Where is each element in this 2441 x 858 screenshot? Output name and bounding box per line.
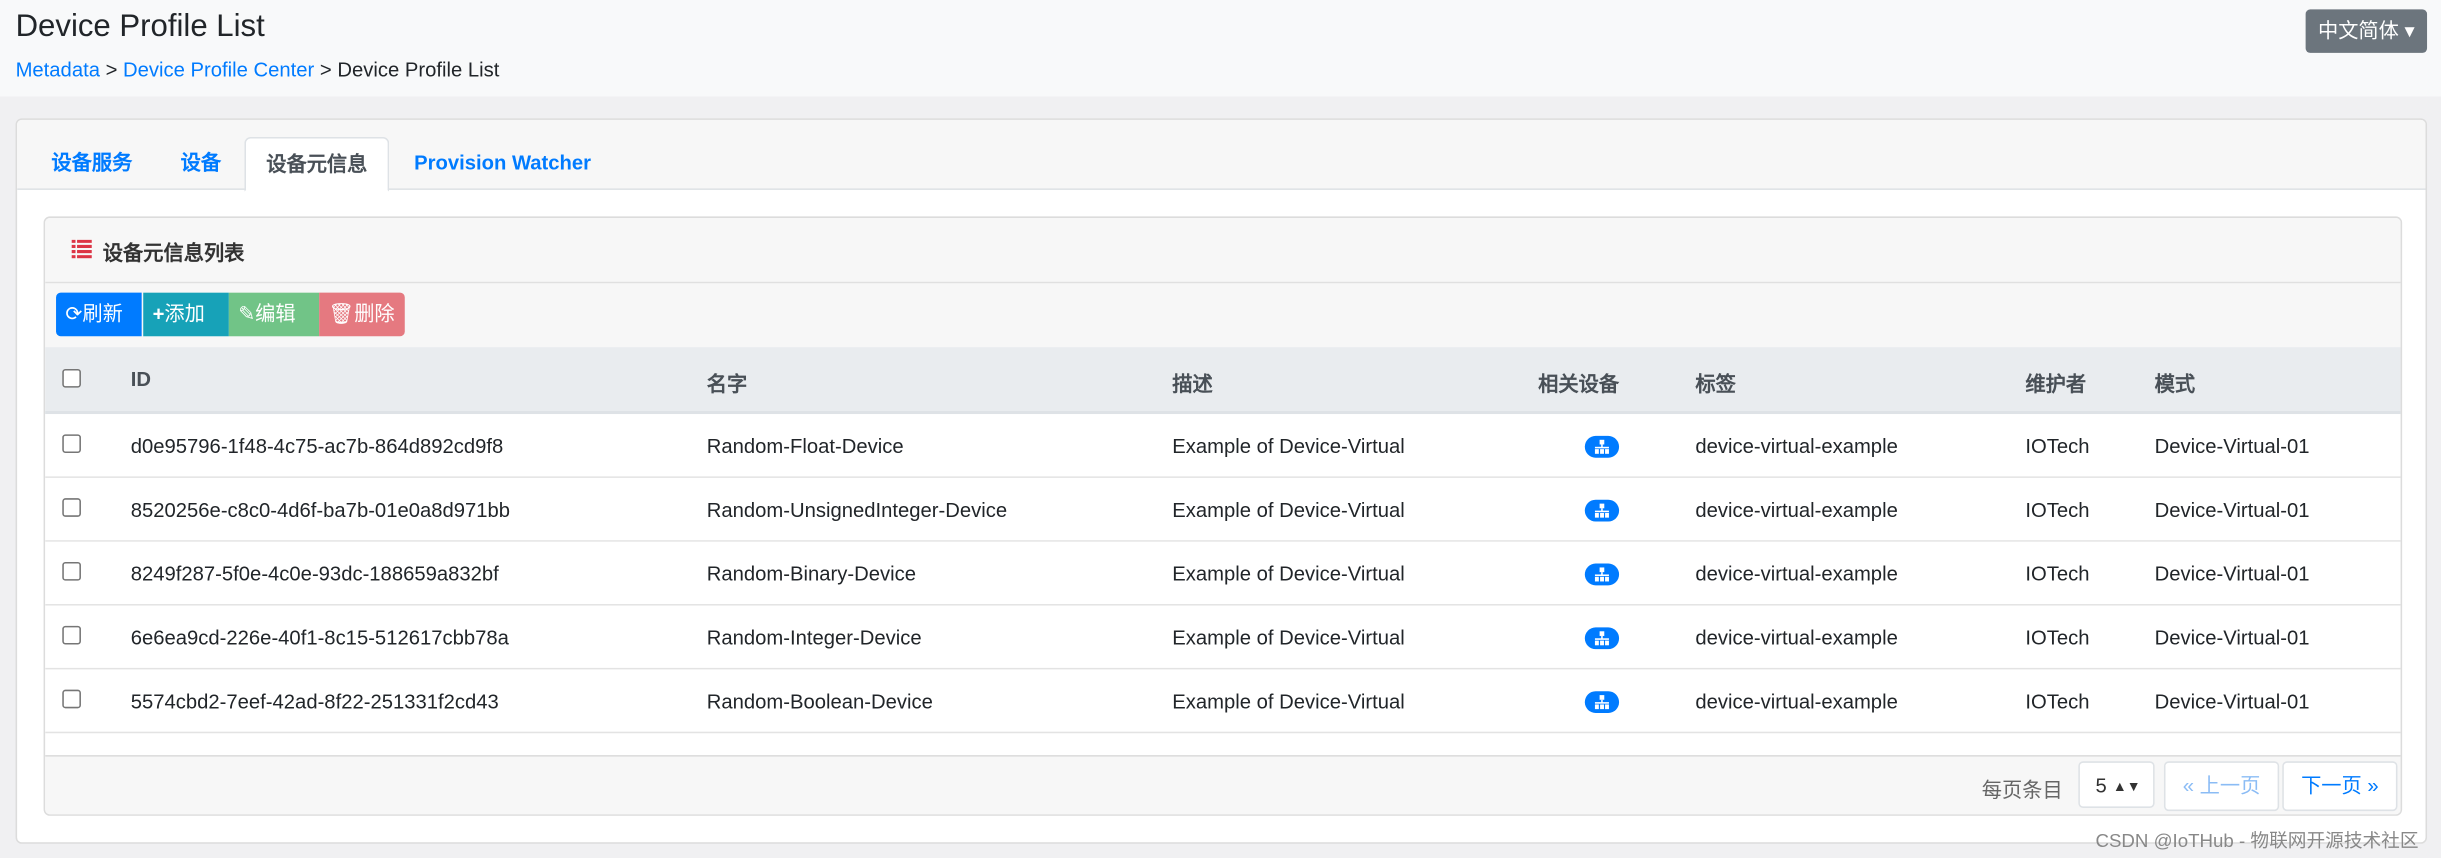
row-checkbox[interactable] [62,498,81,517]
sitemap-icon [1594,631,1609,646]
table-row[interactable]: 8520256e-c8c0-4d6f-ba7b-01e0a8d971bb Rand… [45,477,2401,542]
cell-id: 8520256e-c8c0-4d6f-ba7b-01e0a8d971bb [130,498,511,522]
cell-name: Random-Integer-Device [706,625,922,650]
breadcrumb: Metadata > Device Profile Center > Devic… [16,58,500,81]
row-checkbox[interactable] [62,562,81,581]
related-devices-button[interactable] [1584,627,1620,650]
edit-button[interactable]: ✎编辑 [228,292,320,337]
refresh-icon: ⟳ [65,302,83,326]
trash-icon: 🗑 [328,302,355,326]
cell-id: 8249f287-5f0e-4c0e-93dc-188659a832bf [130,562,499,586]
breadcrumb-separator: > [105,57,118,81]
cell-labels: device-virtual-example [1695,562,1898,586]
list-icon [71,239,92,259]
cell-labels: device-virtual-example [1695,689,1898,714]
panel-title: 设备元信息列表 [102,241,245,265]
sitemap-icon [1594,439,1609,454]
watermark: CSDN @IoTHub - 物联网开源技术社区 [2095,829,2419,852]
next-page-button[interactable]: 下一页 » [2282,761,2398,812]
sitemap-icon [1594,567,1609,582]
panel-header: 设备元信息列表 [45,217,2401,284]
cell-model: Device-Virtual-01 [2154,689,2310,714]
per-page-select[interactable]: 5 ▲▼ [2078,761,2155,808]
plus-icon: + [152,302,165,326]
tab-bar: 设备服务 设备 设备元信息 Provision Watcher [17,119,2426,192]
sitemap-icon [1594,503,1609,518]
tab-device[interactable]: 设备 [160,137,241,188]
cell-desc: Example of Device-Virtual [1172,498,1405,522]
cell-id: 5574cbd2-7eef-42ad-8f22-251331f2cd43 [130,689,499,714]
cell-maintainer: IOTech [2025,498,2090,522]
cell-labels: device-virtual-example [1695,625,1898,650]
table-header: ID 名字 描述 相关设备 标签 维护者 模式 [45,347,2401,415]
tab-device-service[interactable]: 设备服务 [31,137,152,188]
related-devices-button[interactable] [1584,563,1620,586]
cell-labels: device-virtual-example [1695,434,1898,458]
cell-maintainer: IOTech [2025,562,2090,586]
breadcrumb-separator: > [319,57,332,81]
row-checkbox[interactable] [62,689,81,709]
cell-desc: Example of Device-Virtual [1172,689,1405,714]
cell-name: Random-Binary-Device [706,562,917,586]
cell-desc: Example of Device-Virtual [1172,625,1405,650]
table-row[interactable]: 5574cbd2-7eef-42ad-8f22-251331f2cd43 Rand… [45,669,2401,734]
page: Device Profile List Metadata > Device Pr… [0,0,2441,858]
cell-id: d0e95796-1f48-4c75-ac7b-864d892cd9f8 [130,434,504,458]
cell-name: Random-Float-Device [706,434,904,458]
profile-list-panel: 设备元信息列表 ⟳刷新 +添加 ✎编辑 🗑删除 ID 名字 描述 相关设备 标签… [43,216,2403,816]
cell-id: 6e6ea9cd-226e-40f1-8c15-512617cbb78a [130,625,509,650]
breadcrumb-device-profile-center[interactable]: Device Profile Center [123,58,314,81]
column-id[interactable]: ID [131,367,151,390]
breadcrumb-current: Device Profile List [337,57,500,81]
table-row[interactable]: 8249f287-5f0e-4c0e-93dc-188659a832bf Rand… [45,541,2401,606]
language-dropdown[interactable]: 中文简体 ▾ [2305,9,2428,53]
row-checkbox[interactable] [62,625,81,645]
cell-model: Device-Virtual-01 [2154,434,2310,458]
cell-model: Device-Virtual-01 [2154,498,2310,522]
row-checkbox[interactable] [62,434,81,454]
prev-page-button[interactable]: « 上一页 [2163,761,2280,812]
refresh-button[interactable]: ⟳刷新 [56,292,142,337]
cell-model: Device-Virtual-01 [2154,625,2310,650]
cell-model: Device-Virtual-01 [2154,562,2310,586]
sitemap-icon [1594,695,1609,710]
toolbar: ⟳刷新 +添加 ✎编辑 🗑删除 [45,283,2401,348]
page-header: Device Profile List Metadata > Device Pr… [0,0,2441,97]
cell-name: Random-UnsignedInteger-Device [706,498,1008,522]
related-devices-button[interactable] [1584,435,1620,458]
cell-desc: Example of Device-Virtual [1172,562,1405,586]
page-title: Device Profile List [15,9,265,44]
table-row[interactable]: d0e95796-1f48-4c75-ac7b-864d892cd9f8 Rand… [45,414,2401,478]
per-page-label: 每页条目 [1981,778,2063,802]
column-name[interactable]: 名字 [707,367,748,397]
column-labels[interactable]: 标签 [1695,367,1736,397]
tab-provision-watcher[interactable]: Provision Watcher [394,137,611,188]
breadcrumb-metadata[interactable]: Metadata [16,58,100,81]
cell-maintainer: IOTech [2025,434,2090,458]
column-maintainer[interactable]: 维护者 [2025,367,2086,397]
cell-maintainer: IOTech [2025,689,2090,714]
cell-labels: device-virtual-example [1695,498,1898,522]
related-devices-button[interactable] [1584,499,1620,522]
select-arrows-icon: ▲▼ [2112,778,2141,794]
related-devices-button[interactable] [1584,691,1620,714]
tab-device-profile[interactable]: 设备元信息 [244,136,390,192]
delete-button[interactable]: 🗑删除 [319,292,405,337]
cell-maintainer: IOTech [2025,625,2090,650]
column-description[interactable]: 描述 [1172,367,1213,397]
column-related-devices[interactable]: 相关设备 [1538,367,1619,397]
add-button[interactable]: +添加 [143,292,229,337]
main-card: 设备服务 设备 设备元信息 Provision Watcher 设备元信息列表 … [15,118,2428,844]
column-model[interactable]: 模式 [2155,367,2196,397]
pagination-bar: 每页条目 5 ▲▼ « 上一页 下一页 » [45,755,2401,815]
edit-icon: ✎ [238,302,256,326]
cell-desc: Example of Device-Virtual [1172,434,1405,458]
cell-name: Random-Boolean-Device [706,689,933,714]
table-row[interactable]: 6e6ea9cd-226e-40f1-8c15-512617cbb78a Rand… [45,605,2401,670]
select-all-checkbox[interactable] [62,368,81,388]
